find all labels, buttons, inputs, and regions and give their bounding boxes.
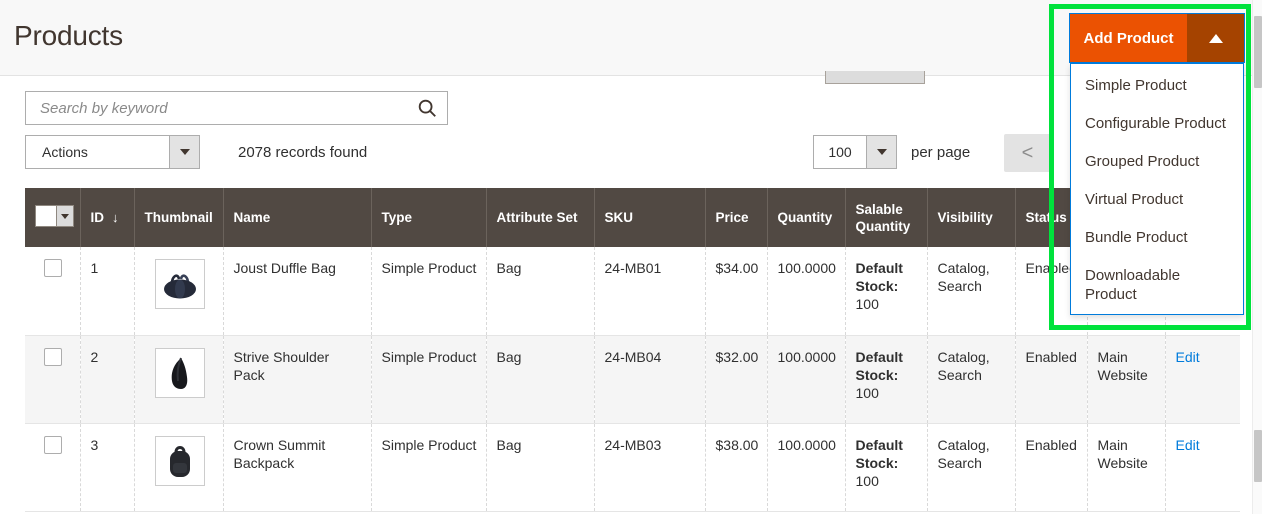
menu-item-bundle-product[interactable]: Bundle Product (1071, 219, 1243, 257)
actions-dropdown-toggle[interactable] (169, 136, 199, 168)
search-input[interactable] (25, 91, 448, 125)
cell-name: Crown Summit Backpack (223, 423, 371, 511)
product-thumbnail-duffle-bag (155, 259, 205, 309)
per-page-select[interactable]: 100 (813, 135, 897, 169)
cell-name: Strive Shoulder Pack (223, 335, 371, 423)
cell-visibility: Catalog, Search (927, 335, 1015, 423)
select-all-checkbox[interactable] (36, 206, 56, 226)
cell-visibility: Catalog, Search (927, 247, 1015, 335)
keyword-search (25, 91, 448, 125)
scrollbar-thumb[interactable] (1254, 16, 1262, 88)
vertical-scrollbar[interactable] (1252, 0, 1262, 514)
page-title: Products (14, 20, 123, 52)
products-admin-page: Products Actions 2078 records found 100 … (0, 0, 1262, 514)
column-header-price[interactable]: Price (705, 188, 767, 247)
row-checkbox[interactable] (44, 259, 62, 277)
column-header-quantity[interactable]: Quantity (767, 188, 845, 247)
cell-sku: 24-MB04 (594, 335, 705, 423)
grid-header-row: ID↓ Thumbnail Name Type Attribute Set SK… (25, 188, 1240, 247)
cell-attribute-set: Bag (486, 423, 594, 511)
cell-price: $38.00 (705, 423, 767, 511)
cell-id: 1 (80, 247, 134, 335)
column-header-salable-quantity[interactable]: Salable Quantity (845, 188, 927, 247)
chevron-down-icon (877, 149, 887, 155)
cell-price: $32.00 (705, 335, 767, 423)
search-icon[interactable] (416, 97, 438, 124)
cell-id: 3 (80, 423, 134, 511)
product-thumbnail-shoulder-pack (155, 348, 205, 398)
chevron-left-icon: < (1022, 142, 1034, 164)
scrollbar-thumb[interactable] (1254, 430, 1262, 482)
cell-websites: Main Website (1087, 423, 1165, 511)
cell-price: $34.00 (705, 247, 767, 335)
clipped-toolbar-button[interactable] (825, 71, 925, 84)
menu-item-downloadable-product[interactable]: Downloadable Product (1071, 257, 1243, 314)
menu-item-grouped-product[interactable]: Grouped Product (1071, 143, 1243, 181)
cell-id: 2 (80, 335, 134, 423)
select-all-header (25, 188, 80, 247)
cell-quantity: 100.0000 (767, 335, 845, 423)
edit-link[interactable]: Edit (1176, 349, 1200, 365)
table-row: 1 Joust Duffle Bag Simple Product Bag 24… (25, 247, 1240, 335)
column-header-attribute-set[interactable]: Attribute Set (486, 188, 594, 247)
cell-attribute-set: Bag (486, 247, 594, 335)
cell-sku: 24-MB01 (594, 247, 705, 335)
column-header-name[interactable]: Name (223, 188, 371, 247)
per-page-toggle[interactable] (866, 136, 896, 168)
column-header-visibility[interactable]: Visibility (927, 188, 1015, 247)
cell-type: Simple Product (371, 247, 486, 335)
add-product-menu: Simple Product Configurable Product Grou… (1070, 63, 1244, 315)
product-thumbnail-backpack (155, 436, 205, 486)
edit-link[interactable]: Edit (1176, 437, 1200, 453)
actions-dropdown-label: Actions (26, 136, 169, 168)
per-page-value: 100 (814, 136, 866, 168)
add-product-toggle[interactable] (1187, 14, 1244, 62)
table-row: 3 Crown Summit Backpack Simple Product B… (25, 423, 1240, 511)
actions-dropdown[interactable]: Actions (25, 135, 200, 169)
cell-quantity: 100.0000 (767, 423, 845, 511)
caret-up-icon (1209, 34, 1223, 43)
cell-attribute-set: Bag (486, 335, 594, 423)
cell-salable-quantity: Default Stock: 100 (845, 423, 927, 511)
column-header-type[interactable]: Type (371, 188, 486, 247)
cell-type: Simple Product (371, 335, 486, 423)
cell-type: Simple Product (371, 423, 486, 511)
cell-status: Enabled (1015, 423, 1087, 511)
chevron-down-icon (61, 214, 69, 219)
row-checkbox[interactable] (44, 348, 62, 366)
sort-descending-icon: ↓ (112, 210, 119, 225)
menu-item-configurable-product[interactable]: Configurable Product (1071, 105, 1243, 143)
add-product-button[interactable]: Add Product (1069, 13, 1245, 63)
previous-page-button[interactable]: < (1004, 134, 1051, 172)
cell-websites: Main Website (1087, 335, 1165, 423)
select-all-control[interactable] (35, 205, 74, 227)
chevron-down-icon (180, 149, 190, 155)
cell-status: Enabled (1015, 335, 1087, 423)
cell-salable-quantity: Default Stock: 100 (845, 247, 927, 335)
table-row: 2 Strive Shoulder Pack Simple Product Ba… (25, 335, 1240, 423)
cell-salable-quantity: Default Stock: 100 (845, 335, 927, 423)
cell-sku: 24-MB03 (594, 423, 705, 511)
cell-quantity: 100.0000 (767, 247, 845, 335)
menu-item-simple-product[interactable]: Simple Product (1071, 67, 1243, 105)
column-header-id[interactable]: ID↓ (80, 188, 134, 247)
menu-item-virtual-product[interactable]: Virtual Product (1071, 181, 1243, 219)
per-page-label: per page (911, 144, 970, 161)
records-count: 2078 records found (238, 144, 367, 161)
products-grid: ID↓ Thumbnail Name Type Attribute Set SK… (25, 188, 1240, 512)
cell-visibility: Catalog, Search (927, 423, 1015, 511)
row-checkbox[interactable] (44, 436, 62, 454)
select-all-toggle[interactable] (56, 206, 73, 226)
column-header-sku[interactable]: SKU (594, 188, 705, 247)
add-product-label[interactable]: Add Product (1070, 14, 1187, 62)
column-header-thumbnail[interactable]: Thumbnail (134, 188, 223, 247)
cell-name: Joust Duffle Bag (223, 247, 371, 335)
